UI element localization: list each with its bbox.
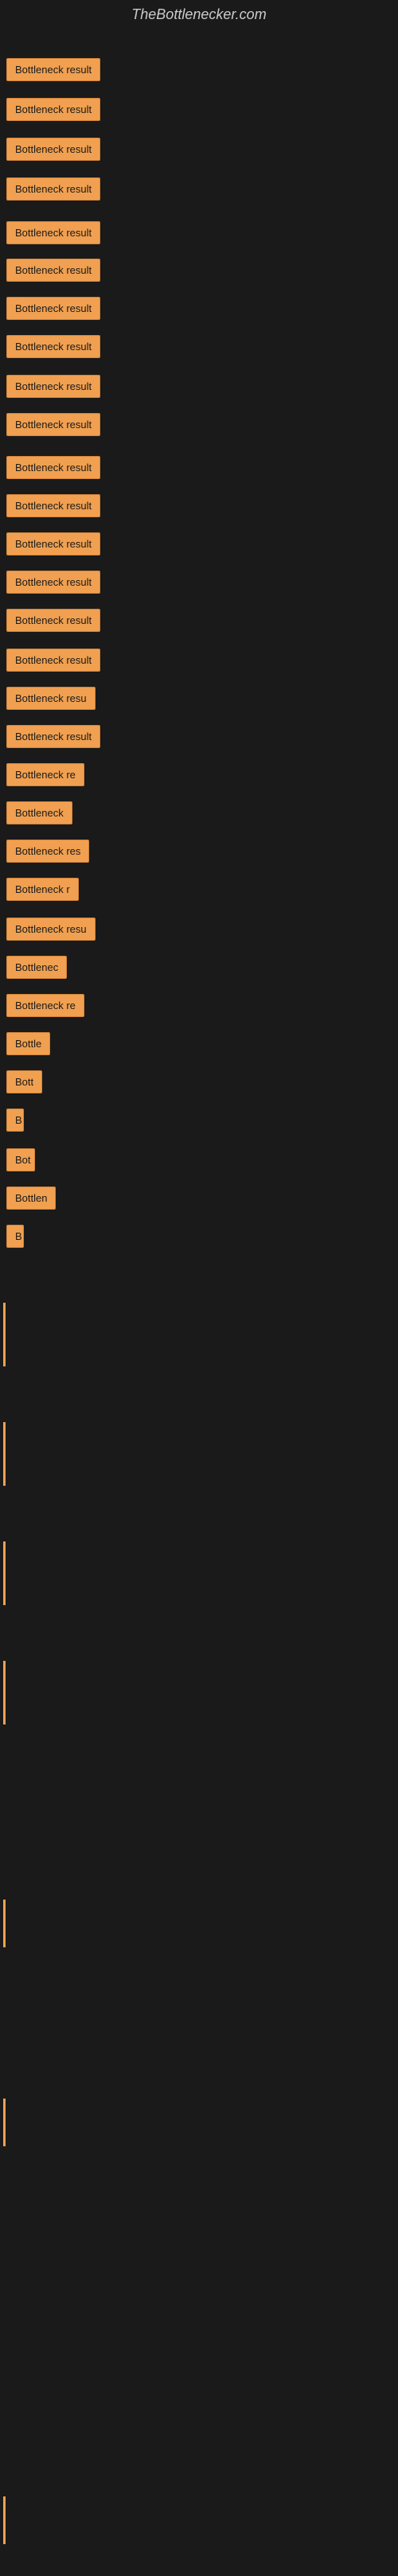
bottleneck-item-18: Bottleneck re [6,763,84,786]
bottleneck-item-12: Bottleneck result [6,532,100,555]
vertical-bar-2 [3,1541,6,1605]
bottleneck-item-8: Bottleneck result [6,375,100,398]
vertical-bar-0 [3,1303,6,1366]
bottleneck-item-5: Bottleneck result [6,259,100,282]
bottleneck-item-30: B [6,1225,24,1248]
bottleneck-item-15: Bottleneck result [6,649,100,672]
vertical-bar-4 [3,1900,6,1947]
bottleneck-item-1: Bottleneck result [6,98,100,121]
bottleneck-item-9: Bottleneck result [6,413,100,436]
bottleneck-item-29: Bottlen [6,1187,56,1210]
bottleneck-item-7: Bottleneck result [6,335,100,358]
vertical-bar-1 [3,1422,6,1486]
bottleneck-item-13: Bottleneck result [6,571,100,594]
bottleneck-item-22: Bottleneck resu [6,918,96,941]
bottleneck-item-26: Bott [6,1070,42,1093]
bottleneck-item-25: Bottle [6,1032,50,1055]
bottleneck-item-10: Bottleneck result [6,456,100,479]
bottleneck-item-4: Bottleneck result [6,221,100,244]
bottleneck-items-container: Bottleneck result Bottleneck result Bottle… [0,29,398,2576]
bottleneck-item-17: Bottleneck result [6,725,100,748]
bottleneck-item-27: B [6,1109,24,1132]
bottleneck-item-28: Bot [6,1148,35,1171]
vertical-bar-3 [3,1661,6,1724]
bottleneck-item-14: Bottleneck result [6,609,100,632]
bottleneck-item-3: Bottleneck result [6,177,100,201]
site-title: TheBottlenecker.com [0,0,398,29]
bottleneck-item-24: Bottleneck re [6,994,84,1017]
bottleneck-item-16: Bottleneck resu [6,687,96,710]
bottleneck-item-20: Bottleneck res [6,840,89,863]
bottleneck-item-23: Bottlenec [6,956,67,979]
vertical-bar-5 [3,2099,6,2146]
bottleneck-item-0: Bottleneck result [6,58,100,81]
bottleneck-item-19: Bottleneck [6,801,72,824]
bottleneck-item-2: Bottleneck result [6,138,100,161]
vertical-bar-6 [3,2496,6,2544]
bottleneck-item-11: Bottleneck result [6,494,100,517]
bottleneck-item-6: Bottleneck result [6,297,100,320]
bottleneck-item-21: Bottleneck r [6,878,79,901]
